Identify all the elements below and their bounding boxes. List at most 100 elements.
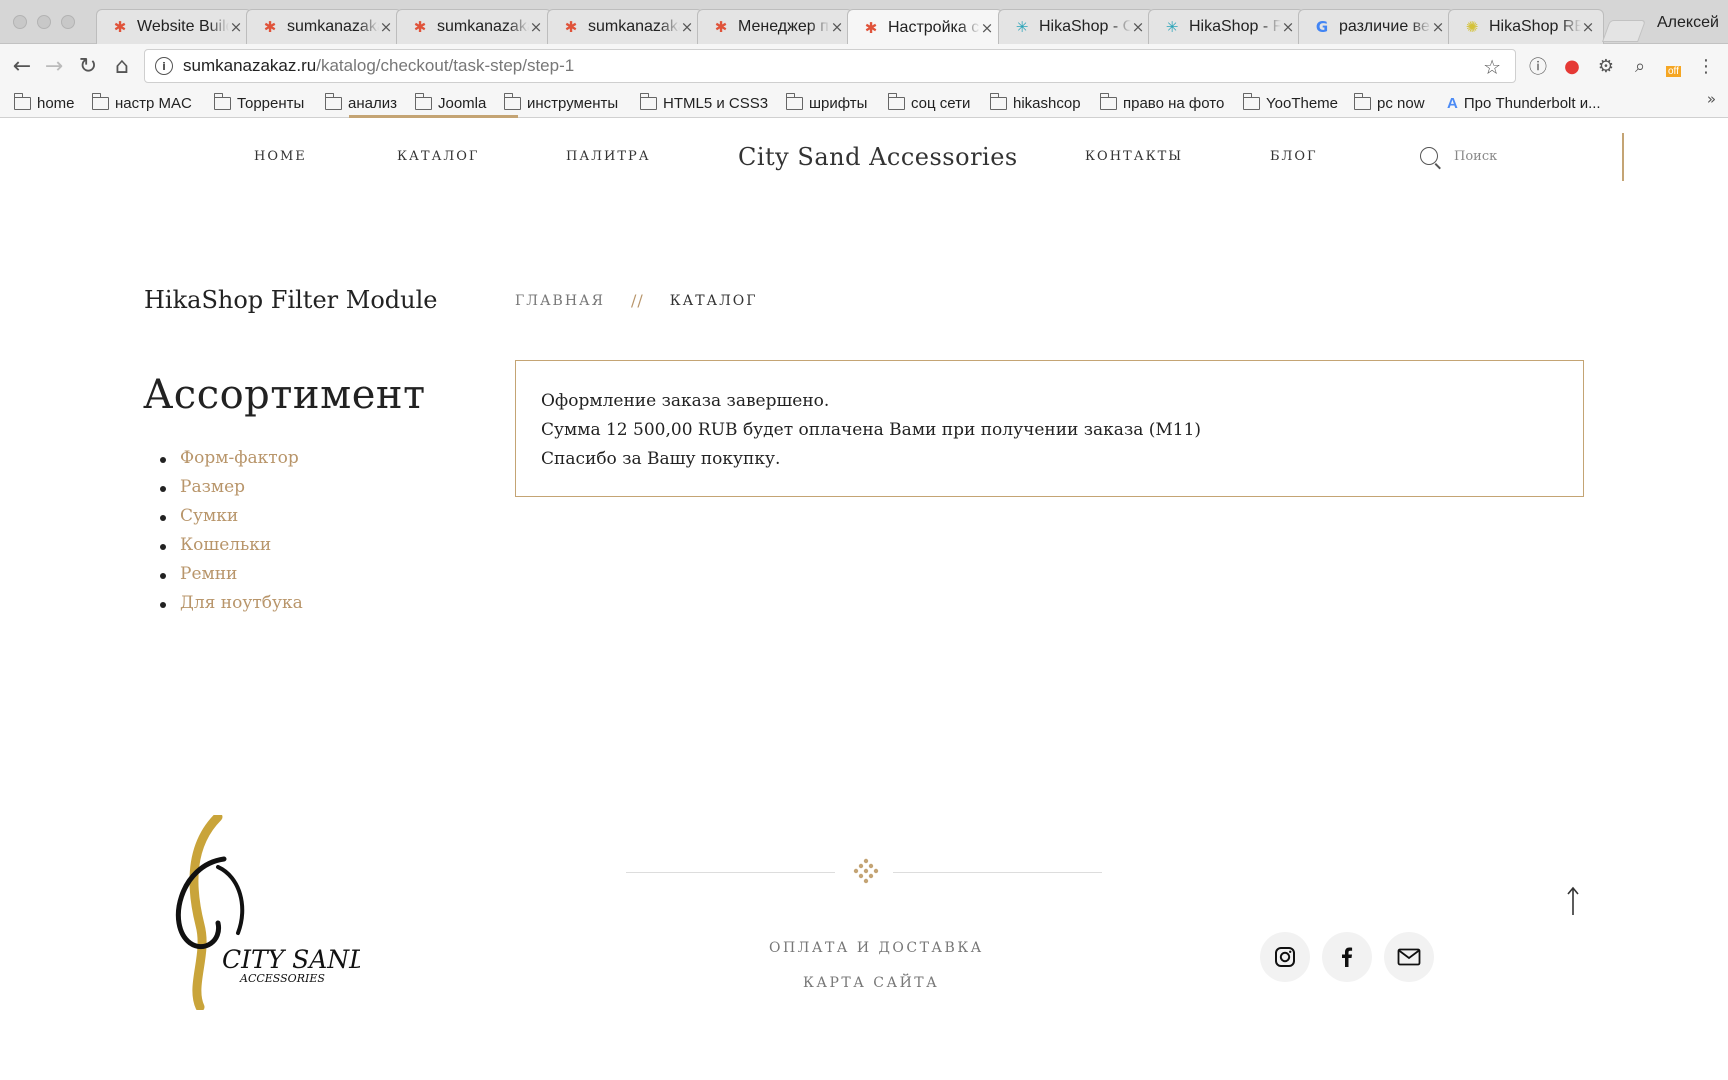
url-path: /katalog/checkout/task-step/step-1 bbox=[316, 56, 575, 75]
menu-dots-icon[interactable]: ⋮ bbox=[1694, 54, 1718, 78]
mail-button[interactable] bbox=[1384, 932, 1434, 982]
nav-contacts[interactable]: КОНТАКТЫ bbox=[1085, 149, 1183, 164]
folder-icon bbox=[414, 92, 432, 110]
window-close-button[interactable] bbox=[13, 15, 27, 29]
instagram-icon bbox=[1275, 947, 1295, 967]
bookmark-folder[interactable]: hikashcop bbox=[989, 91, 1081, 115]
facebook-button[interactable] bbox=[1322, 932, 1372, 982]
category-item: Сумки bbox=[160, 506, 303, 535]
bookmark-folder[interactable]: home bbox=[13, 91, 75, 115]
category-link[interactable]: Для ноутбука bbox=[180, 593, 303, 613]
bookmark-folder[interactable]: анализ bbox=[324, 91, 397, 115]
instagram-button[interactable] bbox=[1260, 932, 1310, 982]
category-item: Размер bbox=[160, 477, 303, 506]
breadcrumb: ГЛАВНАЯ // КАТАЛОГ bbox=[515, 291, 758, 310]
category-link[interactable]: Ремни bbox=[180, 564, 237, 584]
adblock-icon[interactable]: off bbox=[1662, 54, 1686, 78]
nav-home[interactable]: HOME bbox=[254, 149, 307, 164]
forward-arrow-icon[interactable]: → bbox=[40, 52, 68, 80]
breadcrumb-current: КАТАЛОГ bbox=[669, 292, 758, 309]
site-logo[interactable]: CITY SAND ACCESSORIES bbox=[160, 815, 360, 1010]
bookmark-label: инструменты bbox=[527, 94, 619, 112]
footer-link-sitemap[interactable]: КАРТА САЙТА bbox=[803, 975, 939, 991]
onepassword-icon[interactable]: ⓘ bbox=[1526, 54, 1550, 78]
message-line: Спасибо за Вашу покупку. bbox=[541, 449, 781, 469]
hikashop-yellow-icon: ✺ bbox=[1465, 18, 1479, 36]
bookmark-folder[interactable]: соц сети bbox=[887, 91, 970, 115]
bookmark-folder[interactable]: инструменты bbox=[503, 91, 619, 115]
tab-close-icon[interactable]: × bbox=[229, 18, 243, 36]
new-tab-button[interactable] bbox=[1601, 20, 1647, 42]
tab-close-icon[interactable]: × bbox=[1281, 18, 1295, 36]
tab-close-icon[interactable]: × bbox=[379, 18, 393, 36]
bookmark-label: анализ bbox=[348, 94, 397, 112]
site-title[interactable]: City Sand Accessories bbox=[738, 143, 1018, 171]
tab-close-icon[interactable]: × bbox=[1431, 18, 1445, 36]
bookmark-folder[interactable]: шрифты bbox=[785, 91, 868, 115]
browser-tab[interactable]: ✱ Website Builder × bbox=[96, 9, 252, 44]
browser-tab[interactable]: ✱ sumkanazakaz × bbox=[396, 9, 552, 44]
tab-close-icon[interactable]: × bbox=[680, 18, 694, 36]
folder-icon bbox=[324, 92, 342, 110]
bookmark-label: YooTheme bbox=[1266, 94, 1338, 112]
tab-title: различие ве bbox=[1339, 18, 1430, 35]
tab-close-icon[interactable]: × bbox=[830, 18, 844, 36]
bookmarks-overflow-icon[interactable]: » bbox=[1707, 90, 1716, 108]
footer-link-payment[interactable]: ОПЛАТА И ДОСТАВКА bbox=[769, 940, 984, 956]
bookmark-label: pc now bbox=[1377, 94, 1425, 112]
bookmark-folder[interactable]: Joomla bbox=[414, 91, 486, 115]
info-icon[interactable]: i bbox=[155, 57, 173, 75]
bookmark-folder[interactable]: YooTheme bbox=[1242, 91, 1338, 115]
opera-icon[interactable]: ● bbox=[1560, 54, 1584, 78]
profile-name[interactable]: Алексей bbox=[1657, 14, 1719, 32]
browser-tab[interactable]: ✳ HikaShop - C × bbox=[998, 9, 1154, 44]
category-link[interactable]: Форм-фактор bbox=[180, 448, 299, 468]
category-link[interactable]: Кошельки bbox=[180, 535, 271, 555]
tab-close-icon[interactable]: × bbox=[529, 18, 543, 36]
search-icon[interactable] bbox=[1420, 147, 1438, 165]
browser-tab[interactable]: ✱ sumkanazakaz × bbox=[246, 9, 402, 44]
search-input[interactable] bbox=[1454, 148, 1604, 164]
bookmark-label: шрифты bbox=[809, 94, 868, 112]
home-icon[interactable]: ⌂ bbox=[108, 52, 136, 80]
bookmark-star-icon[interactable]: ☆ bbox=[1483, 55, 1501, 79]
category-item: Кошельки bbox=[160, 535, 303, 564]
bookmark-folder[interactable]: настр MAC bbox=[91, 91, 192, 115]
back-to-top-arrow-icon[interactable] bbox=[1562, 885, 1584, 917]
tab-close-icon[interactable]: × bbox=[980, 19, 994, 37]
category-link[interactable]: Сумки bbox=[180, 506, 238, 526]
turbo-icon[interactable]: ⚙ bbox=[1594, 54, 1618, 78]
bookmark-folder[interactable]: pc now bbox=[1353, 91, 1425, 115]
category-link[interactable]: Размер bbox=[180, 477, 245, 497]
tab-close-icon[interactable]: × bbox=[1131, 18, 1145, 36]
url-host: sumkanazakaz.ru bbox=[183, 56, 317, 75]
bookmark-favicon-icon: A bbox=[1447, 94, 1458, 112]
address-bar[interactable]: i sumkanazakaz.ru/katalog/checkout/task-… bbox=[144, 49, 1516, 83]
back-arrow-icon[interactable]: ← bbox=[8, 52, 36, 80]
nav-palette[interactable]: ПАЛИТРА bbox=[566, 149, 651, 164]
bookmark-folder[interactable]: HTML5 и CSS3 bbox=[639, 91, 768, 115]
browser-tab[interactable]: ✱ sumkanazakaz × bbox=[547, 9, 703, 44]
bookmark-folder[interactable]: право на фото bbox=[1099, 91, 1224, 115]
breadcrumb-home[interactable]: ГЛАВНАЯ bbox=[515, 293, 605, 309]
category-item: Ремни bbox=[160, 564, 303, 593]
browser-tab[interactable]: G различие ве × bbox=[1298, 9, 1454, 44]
browser-tab[interactable]: ✱ Менеджер п × bbox=[697, 9, 853, 44]
tab-title: sumkanazakaz bbox=[287, 18, 379, 35]
search-extension-icon[interactable]: ⌕ bbox=[1628, 54, 1652, 78]
window-maximize-button[interactable] bbox=[61, 15, 75, 29]
message-line: Сумма 12 500,00 RUB будет оплачена Вами … bbox=[541, 420, 1202, 440]
nav-blog[interactable]: БЛОГ bbox=[1270, 149, 1318, 164]
window-minimize-button[interactable] bbox=[37, 15, 51, 29]
joomla-icon: ✱ bbox=[263, 18, 277, 36]
folder-icon bbox=[1099, 92, 1117, 110]
browser-tab-active[interactable]: ✱ Настройка с × bbox=[847, 9, 1003, 45]
ornament-diamond-icon bbox=[853, 858, 879, 884]
bookmark-folder[interactable]: Торренты bbox=[213, 91, 304, 115]
browser-tab[interactable]: ✳ HikaShop - F × bbox=[1148, 9, 1304, 44]
bookmark-link[interactable]: A Про Thunderbolt и... bbox=[1447, 91, 1601, 115]
browser-tab[interactable]: ✺ HikaShop RE × bbox=[1448, 9, 1604, 44]
nav-catalog[interactable]: КАТАЛОГ bbox=[397, 149, 480, 164]
tab-close-icon[interactable]: × bbox=[1581, 18, 1595, 36]
reload-icon[interactable]: ↻ bbox=[74, 52, 102, 80]
